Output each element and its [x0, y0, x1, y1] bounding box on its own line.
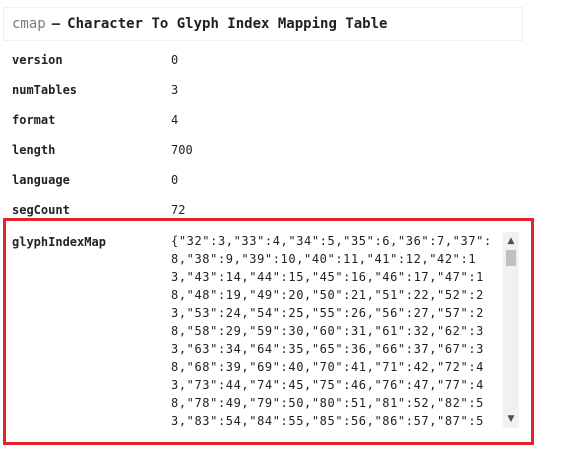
field-value-length: 700 — [171, 143, 193, 157]
field-label-language: language — [12, 173, 70, 187]
scroll-up-icon[interactable]: ▲ — [503, 234, 519, 248]
field-value-format: 4 — [171, 113, 179, 127]
field-label-numtables: numTables — [12, 83, 78, 97]
header-dash: — — [51, 16, 61, 32]
field-label-format: format — [12, 113, 56, 127]
field-label-length: length — [12, 143, 56, 157]
field-label-version: version — [12, 53, 63, 67]
table-header: cmap — Character To Glyph Index Mapping Ta… — [4, 8, 522, 40]
table-tag: cmap — [12, 16, 46, 32]
vertical-scrollbar[interactable]: ▲ ▼ — [503, 232, 519, 428]
field-label-segcount: segCount — [12, 203, 70, 217]
table-title: Character To Glyph Index Mapping Table — [67, 16, 388, 32]
field-label-glyphindexmap: glyphIndexMap — [12, 235, 106, 249]
scroll-down-icon[interactable]: ▼ — [503, 412, 519, 426]
field-value-segcount: 72 — [171, 203, 186, 217]
field-value-numtables: 3 — [171, 83, 179, 97]
field-value-version: 0 — [171, 53, 179, 67]
glyph-index-map-scroll-area[interactable]: {"32":3,"33":4,"34":5,"35":6,"36":7,"37"… — [171, 232, 519, 428]
scrollbar-thumb[interactable] — [506, 250, 516, 266]
table-header-text: cmap — Character To Glyph Index Mapping Ta… — [12, 14, 387, 34]
field-value-language: 0 — [171, 173, 179, 187]
glyph-index-map-value: {"32":3,"33":4,"34":5,"35":6,"36":7,"37"… — [171, 234, 492, 428]
